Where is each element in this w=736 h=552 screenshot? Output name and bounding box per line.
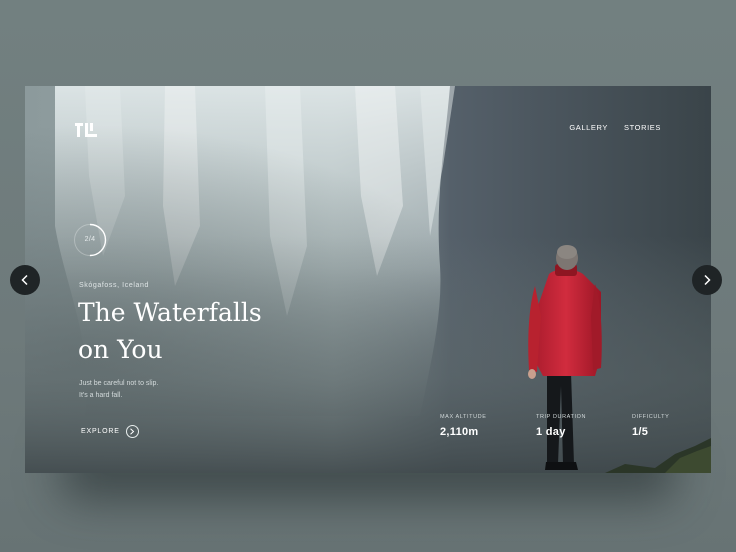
stat-value: 1/5 bbox=[632, 426, 649, 438]
chevron-left-icon bbox=[21, 274, 28, 286]
stat-label: TRIP DURATION bbox=[536, 414, 587, 420]
next-slide-button[interactable] bbox=[692, 265, 722, 295]
chevron-right-icon bbox=[704, 274, 711, 286]
tagline-line-1: Just be careful not to slip. bbox=[79, 380, 159, 387]
stat-value: 2,110m bbox=[440, 426, 479, 438]
explore-button[interactable]: EXPLORE bbox=[81, 425, 139, 438]
nav-item-stories[interactable]: STORIES bbox=[624, 123, 661, 132]
stat-value: 1 day bbox=[536, 426, 566, 438]
hero-title-line-2: on You bbox=[78, 335, 163, 364]
slide-counter-text: 2/4 bbox=[84, 236, 96, 243]
hero-tagline: Just be careful not to slip. It's a hard… bbox=[79, 378, 219, 402]
slide-counter: 2/4 bbox=[73, 223, 107, 257]
tagline-line-2: It's a hard fall. bbox=[79, 392, 123, 399]
prev-slide-button[interactable] bbox=[10, 265, 40, 295]
stat-trip-duration: TRIP DURATION 1 day bbox=[536, 414, 586, 438]
stat-label: DIFFICULTY bbox=[632, 414, 670, 420]
chevron-right-icon bbox=[125, 425, 139, 438]
hero-card: GALLERY STORIES 2/4 Skógafoss, Iceland T… bbox=[25, 86, 711, 473]
explore-label: EXPLORE bbox=[81, 428, 120, 435]
stat-difficulty: DIFFICULTY 1/5 bbox=[632, 414, 669, 438]
stat-max-altitude: MAX ALTITUDE 2,110m bbox=[440, 414, 487, 438]
location-label: Skógafoss, Iceland bbox=[79, 282, 149, 289]
brand-logo-icon[interactable] bbox=[74, 122, 98, 138]
stat-label: MAX ALTITUDE bbox=[440, 414, 487, 420]
hero-title-line-1: The Waterfalls bbox=[78, 298, 262, 327]
hero-title: The Waterfalls on You bbox=[78, 294, 338, 368]
nav-item-gallery[interactable]: GALLERY bbox=[569, 123, 608, 132]
hero-photo bbox=[25, 86, 711, 473]
main-nav: GALLERY STORIES bbox=[569, 123, 661, 132]
